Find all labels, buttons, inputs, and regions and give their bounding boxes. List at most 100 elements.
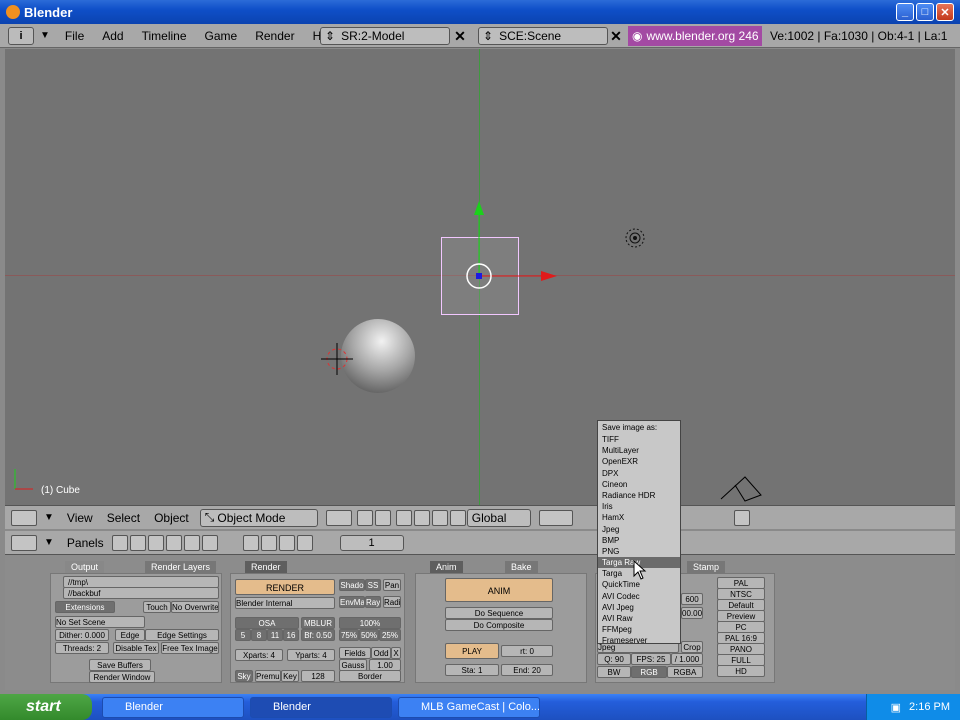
taskbar-item-blender-2[interactable]: Blender: [250, 696, 392, 718]
format-option[interactable]: Cineon: [598, 479, 680, 490]
size-100-button[interactable]: 100%: [339, 617, 401, 629]
blender-url[interactable]: ◉ www.blender.org 246: [628, 26, 762, 46]
network-icon[interactable]: ▣: [891, 701, 901, 714]
render-icon[interactable]: [242, 534, 259, 551]
buttons-collapse-icon[interactable]: ▼: [44, 537, 54, 548]
osa-8[interactable]: 8: [251, 629, 267, 641]
tab-render-layers[interactable]: Render Layers: [145, 561, 217, 573]
scene-select[interactable]: ⇕ SCE:Scene: [478, 27, 608, 45]
taskbar-item-browser[interactable]: MLB GameCast | Colo...: [398, 696, 540, 718]
world-icon[interactable]: [296, 534, 313, 551]
size-y-field[interactable]: 00.00: [681, 607, 703, 619]
size-x-field[interactable]: 600: [681, 593, 703, 605]
mode-select[interactable]: ⤡ Object Mode: [199, 508, 318, 527]
odd-button[interactable]: Odd: [371, 647, 391, 659]
no-overwrite-button[interactable]: No Overwrite: [171, 601, 219, 613]
x-button[interactable]: X: [391, 647, 401, 659]
rgb-button[interactable]: RGB: [631, 666, 667, 678]
render-button[interactable]: RENDER: [235, 579, 335, 595]
scale-icon[interactable]: [449, 509, 466, 526]
logic-icon[interactable]: [111, 534, 128, 551]
osa-button[interactable]: OSA: [235, 617, 299, 629]
screen-delete-icon[interactable]: ✕: [452, 27, 468, 45]
frame-field[interactable]: 1: [339, 534, 404, 551]
screen-select[interactable]: ⇕ SR:2-Model: [320, 27, 450, 45]
scene-delete-icon[interactable]: ✕: [608, 27, 624, 45]
taskbar-item-blender-1[interactable]: Blender: [102, 696, 244, 718]
maximize-button[interactable]: □: [916, 3, 934, 21]
tab-render[interactable]: Render: [245, 561, 287, 573]
free-tex-image-button[interactable]: Free Tex Image: [161, 642, 219, 654]
render-preview-icon[interactable]: [733, 509, 750, 526]
extensions-button[interactable]: Extensions: [55, 601, 115, 613]
anim-button[interactable]: ANIM: [445, 578, 553, 602]
dither-field[interactable]: Dither: 0.000: [55, 629, 109, 641]
tab-anim[interactable]: Anim: [430, 561, 463, 573]
sky-button[interactable]: Sky: [235, 670, 253, 682]
bw-button[interactable]: BW: [597, 666, 631, 678]
format-option[interactable]: Iris: [598, 501, 680, 512]
manipulator-widget[interactable]: [5, 49, 955, 505]
menu-render[interactable]: Render: [246, 24, 303, 48]
3d-viewport[interactable]: (1) Cube: [5, 49, 955, 505]
fps-base-field[interactable]: / 1.000: [671, 653, 703, 665]
format-option[interactable]: OpenEXR: [598, 456, 680, 467]
format-option[interactable]: AVI Codec: [598, 591, 680, 602]
save-buffers-button[interactable]: Save Buffers: [89, 659, 151, 671]
radiosity-button[interactable]: Radi: [383, 596, 401, 608]
object-icon[interactable]: [165, 534, 182, 551]
crop-button[interactable]: Crop: [681, 641, 703, 653]
orientation-select[interactable]: Global: [466, 508, 531, 527]
edge-button[interactable]: Edge: [115, 629, 145, 641]
format-option[interactable]: AVI Raw: [598, 613, 680, 624]
size-75-button[interactable]: 75%: [339, 629, 359, 641]
menu-add[interactable]: Add: [93, 24, 132, 48]
tab-bake[interactable]: Bake: [505, 561, 538, 573]
editor-type-icon[interactable]: [11, 509, 37, 526]
3d-cursor-icon[interactable]: [317, 339, 357, 379]
minimize-button[interactable]: _: [896, 3, 914, 21]
format-option[interactable]: FFMpeg: [598, 624, 680, 635]
hand-icon[interactable]: [395, 509, 412, 526]
preset-hd[interactable]: HD: [717, 665, 765, 677]
osa-11[interactable]: 11: [267, 629, 283, 641]
tab-stamp[interactable]: Stamp: [687, 561, 726, 573]
play-button[interactable]: PLAY: [445, 643, 499, 659]
menu-game[interactable]: Game: [196, 24, 247, 48]
threads-field[interactable]: Threads: 2: [55, 642, 109, 654]
format-option[interactable]: Jpeg: [598, 524, 680, 535]
size-25-button[interactable]: 25%: [379, 629, 401, 641]
no-set-scene-field[interactable]: No Set Scene: [55, 616, 145, 628]
format-option[interactable]: Frameserver: [598, 635, 680, 646]
disable-tex-button[interactable]: Disable Tex: [113, 642, 159, 654]
format-option[interactable]: BMP: [598, 535, 680, 546]
render-window-select[interactable]: Render Window: [89, 671, 155, 683]
osa-16[interactable]: 16: [283, 629, 299, 641]
format-option[interactable]: Radiance HDR: [598, 490, 680, 501]
mblur-button[interactable]: MBLUR: [301, 617, 335, 629]
size-50-button[interactable]: 50%: [359, 629, 379, 641]
osa-5[interactable]: 5: [235, 629, 251, 641]
translate-icon[interactable]: [413, 509, 430, 526]
render-engine-select[interactable]: Blender Internal: [235, 597, 335, 609]
quality-field[interactable]: Q: 90: [597, 653, 631, 665]
sound-icon[interactable]: [278, 534, 295, 551]
yparts-field[interactable]: Yparts: 4: [287, 649, 335, 661]
shadow-button[interactable]: Shado: [339, 579, 365, 591]
format-option[interactable]: PNG: [598, 546, 680, 557]
blur-factor-field[interactable]: Bf: 0.50: [301, 629, 335, 641]
menu-object[interactable]: Object: [147, 511, 196, 525]
do-composite-button[interactable]: Do Composite: [445, 619, 553, 631]
premul-button[interactable]: Premul: [255, 670, 281, 682]
fps-field[interactable]: FPS: 25: [631, 653, 671, 665]
ss-button[interactable]: SS: [365, 579, 381, 591]
menu-timeline[interactable]: Timeline: [133, 24, 196, 48]
end-frame-field[interactable]: End: 20: [501, 664, 553, 676]
format-option[interactable]: TIFF: [598, 434, 680, 445]
backbuf-path-field[interactable]: //backbuf: [63, 587, 219, 599]
close-button[interactable]: ✕: [936, 3, 954, 21]
format-option[interactable]: AVI Jpeg: [598, 602, 680, 613]
draw-type-icon[interactable]: [325, 509, 352, 526]
rotate-icon[interactable]: [431, 509, 448, 526]
ray-button[interactable]: Ray: [365, 596, 381, 608]
